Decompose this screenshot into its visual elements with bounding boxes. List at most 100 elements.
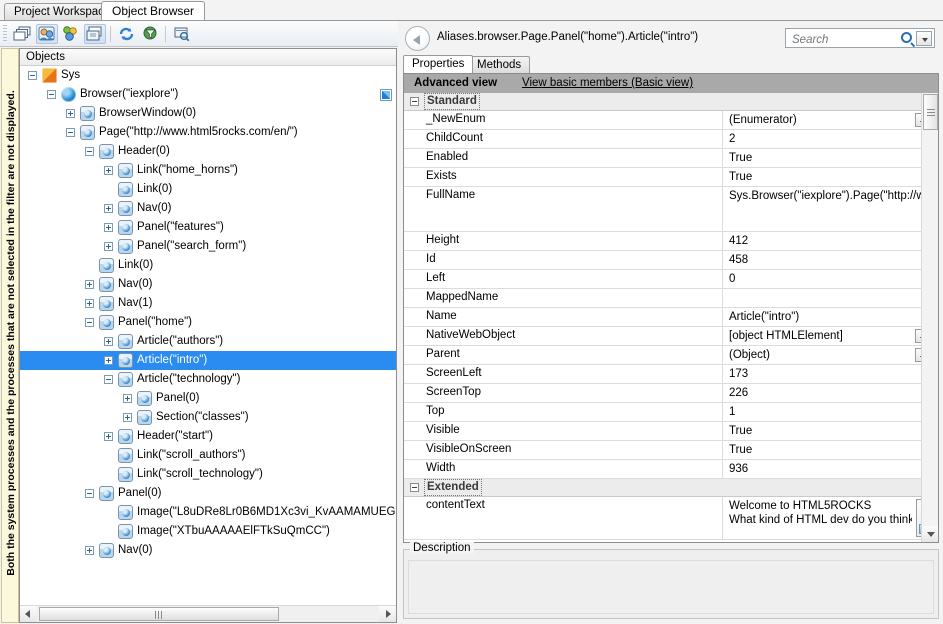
- property-value[interactable]: [object HTMLElement]: [729, 329, 912, 343]
- property-row[interactable]: ScreenLeft 173: [404, 365, 938, 384]
- property-row[interactable]: Width 936: [404, 460, 938, 479]
- collapse-node-icon[interactable]: [85, 147, 94, 156]
- collapse-node-icon[interactable]: [66, 128, 75, 137]
- vscroll-thumb[interactable]: [923, 94, 938, 130]
- tree-node[interactable]: BrowserWindow(0): [20, 104, 396, 123]
- tab-object-browser[interactable]: Object Browser: [101, 1, 206, 20]
- property-value[interactable]: (Object): [729, 348, 912, 362]
- property-value[interactable]: Welcome to HTML5ROCKS What kind of HTML …: [729, 499, 912, 529]
- property-value[interactable]: True: [729, 151, 912, 165]
- tree-hscrollbar[interactable]: [20, 605, 396, 622]
- property-row[interactable]: Parent(Object)…: [404, 346, 938, 365]
- collapse-node-icon[interactable]: [28, 71, 37, 80]
- search-icon[interactable]: [901, 32, 912, 43]
- tab-properties[interactable]: Properties: [403, 55, 474, 73]
- tree-node[interactable]: Panel("home"): [20, 313, 396, 332]
- expand-node-icon[interactable]: [123, 413, 132, 422]
- property-rows[interactable]: Standard_NewEnum(Enumerator)…ChildCount2…: [404, 93, 938, 542]
- tree-node[interactable]: Panel("search_form"): [20, 237, 396, 256]
- collapse-node-icon[interactable]: [104, 375, 113, 384]
- expand-node-icon[interactable]: [104, 223, 113, 232]
- property-row[interactable]: NativeWebObject[object HTMLElement]…: [404, 327, 938, 346]
- property-row[interactable]: Top 1: [404, 403, 938, 422]
- collapse-group-icon[interactable]: [410, 483, 419, 492]
- property-row[interactable]: Height 412: [404, 232, 938, 251]
- property-row[interactable]: Id 458: [404, 251, 938, 270]
- property-value[interactable]: 0: [729, 272, 912, 286]
- expand-node-icon[interactable]: [104, 166, 113, 175]
- tree-node[interactable]: Nav(1): [20, 294, 396, 313]
- expand-node-icon[interactable]: [104, 432, 113, 441]
- show-window-tree-icon[interactable]: [84, 24, 106, 44]
- property-value[interactable]: 458: [729, 253, 912, 267]
- show-processes-icon[interactable]: [36, 24, 58, 44]
- tree-node[interactable]: Link(0): [20, 180, 396, 199]
- property-row[interactable]: _NewEnum(Enumerator)…: [404, 111, 938, 130]
- property-value[interactable]: True: [729, 443, 912, 457]
- property-row[interactable]: Exists True: [404, 168, 938, 187]
- property-row[interactable]: FullName Sys.Browser("iexplore").Page("ht…: [404, 187, 938, 232]
- collapse-node-icon[interactable]: [85, 489, 94, 498]
- tree-node[interactable]: Nav(0): [20, 541, 396, 560]
- tree-node[interactable]: Section("classes"): [20, 408, 396, 427]
- property-value[interactable]: 2: [729, 132, 912, 146]
- search-options-dropdown[interactable]: [916, 31, 932, 46]
- back-arrow-icon[interactable]: [405, 26, 430, 51]
- tree-node[interactable]: Article("intro"): [20, 351, 396, 370]
- property-value[interactable]: True: [729, 170, 912, 184]
- scroll-down-button[interactable]: [922, 526, 938, 542]
- search-input[interactable]: [790, 31, 894, 48]
- property-group-header[interactable]: Extended: [404, 479, 938, 497]
- property-value[interactable]: Article("intro"): [729, 310, 912, 324]
- property-value[interactable]: 226: [729, 386, 912, 400]
- expand-node-icon[interactable]: [104, 356, 113, 365]
- tree-node[interactable]: Article("technology"): [20, 370, 396, 389]
- tab-methods[interactable]: Methods: [468, 56, 531, 73]
- property-group-header[interactable]: Standard: [404, 93, 938, 111]
- collapse-group-icon[interactable]: [410, 97, 419, 106]
- collapse-node-icon[interactable]: [85, 318, 94, 327]
- objects-tree[interactable]: Sys Browser("iexplore") BrowserWindow(0) Pa…: [20, 66, 396, 604]
- property-value[interactable]: 1: [729, 405, 912, 419]
- property-value[interactable]: Sys.Browser("iexplore").Page("http://www…: [729, 189, 938, 203]
- property-value[interactable]: (Enumerator): [729, 113, 912, 127]
- tree-node[interactable]: Article("authors"): [20, 332, 396, 351]
- tree-node[interactable]: Header(0): [20, 142, 396, 161]
- expand-node-icon[interactable]: [66, 109, 75, 118]
- tree-node[interactable]: Panel(0): [20, 389, 396, 408]
- tree-node[interactable]: Sys: [20, 66, 396, 85]
- view-basic-members-link[interactable]: View basic members (Basic view): [522, 74, 693, 93]
- expand-node-icon[interactable]: [104, 242, 113, 251]
- expand-node-icon[interactable]: [104, 204, 113, 213]
- property-row[interactable]: VisibleOnScreen True: [404, 441, 938, 460]
- expand-node-icon[interactable]: [104, 337, 113, 346]
- show-windows-icon[interactable]: [12, 24, 34, 44]
- tree-node[interactable]: Link("scroll_technology"): [20, 465, 396, 484]
- tree-node[interactable]: Panel(0): [20, 484, 396, 503]
- expand-node-icon[interactable]: [85, 280, 94, 289]
- tree-node[interactable]: Panel("features"): [20, 218, 396, 237]
- tree-node[interactable]: Link(0): [20, 256, 396, 275]
- tree-node[interactable]: Image("XTbuAAAAAElFTkSuQmCC"): [20, 522, 396, 541]
- find-object-icon[interactable]: [171, 24, 193, 44]
- property-value[interactable]: 936: [729, 462, 912, 476]
- expand-node-icon[interactable]: [85, 546, 94, 555]
- tree-node[interactable]: Link("home_horns"): [20, 161, 396, 180]
- expand-node-icon[interactable]: [123, 394, 132, 403]
- tree-node[interactable]: Nav(0): [20, 275, 396, 294]
- tree-node[interactable]: Page("http://www.html5rocks.com/en/"): [20, 123, 396, 142]
- property-row[interactable]: Left 0: [404, 270, 938, 289]
- tree-node[interactable]: Browser("iexplore"): [20, 85, 396, 104]
- filter-icon[interactable]: [140, 24, 162, 44]
- tree-node[interactable]: Header("start"): [20, 427, 396, 446]
- scroll-right-button[interactable]: [379, 606, 396, 622]
- property-value[interactable]: 173: [729, 367, 912, 381]
- scroll-left-button[interactable]: [20, 606, 37, 622]
- refresh-icon[interactable]: [116, 24, 138, 44]
- property-vscrollbar[interactable]: [921, 93, 938, 542]
- property-value[interactable]: True: [729, 424, 912, 438]
- property-row[interactable]: contentText Welcome to HTML5ROCKS What ki…: [404, 497, 938, 540]
- hscroll-thumb[interactable]: [39, 607, 279, 621]
- expand-node-icon[interactable]: [85, 299, 94, 308]
- tree-node[interactable]: Nav(0): [20, 199, 396, 218]
